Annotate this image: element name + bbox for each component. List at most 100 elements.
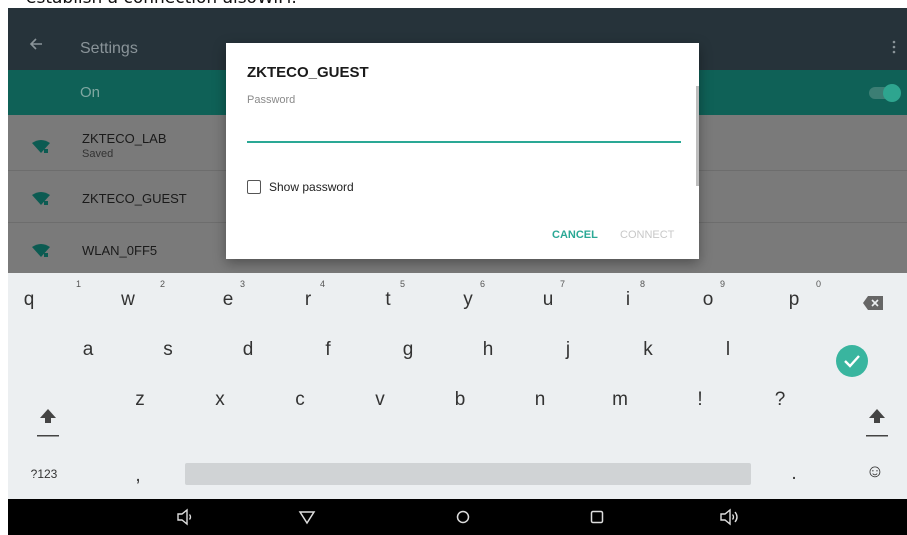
key-hint: 9 (720, 279, 726, 289)
key-label: i (625, 289, 631, 310)
key-b[interactable]: b (420, 373, 500, 423)
network-name: WLAN_0FF5 (82, 243, 158, 258)
key-label: , (135, 465, 141, 486)
back-icon[interactable] (298, 508, 316, 526)
spacebar[interactable] (185, 463, 751, 485)
key-label: d (242, 339, 254, 360)
wifi-signal-icon (32, 140, 50, 153)
key-label: ?123 (30, 467, 58, 481)
key-label: . (791, 463, 797, 484)
wifi-password-dialog: ZKTECO_GUEST Password Show password CANC… (226, 43, 699, 259)
key-w[interactable]: 2w (88, 273, 168, 323)
key-e[interactable]: 3e (168, 273, 248, 323)
emoji-icon: ☺ (865, 461, 885, 481)
key-label: a (82, 339, 94, 360)
key-period[interactable]: . (764, 453, 824, 493)
shift-key-left[interactable] (34, 405, 62, 437)
dialog-scrollbar[interactable] (696, 86, 699, 186)
connect-button[interactable]: CONNECT (620, 229, 674, 241)
key-y[interactable]: 6y (408, 273, 488, 323)
key-label: w (121, 289, 135, 310)
volume-down-icon[interactable] (176, 508, 194, 526)
wifi-signal-icon (32, 192, 50, 205)
enter-check-button[interactable] (836, 345, 868, 377)
key-hint: 0 (816, 279, 822, 289)
key-label: r (304, 289, 312, 310)
password-input[interactable] (247, 115, 681, 143)
overflow-menu-icon[interactable] (889, 40, 899, 58)
key-o[interactable]: 9o (648, 273, 728, 323)
symbols-key[interactable]: ?123 (14, 453, 74, 493)
key-a[interactable]: a (48, 323, 128, 373)
key-comma[interactable]: , (108, 453, 168, 493)
network-status: Saved (82, 148, 114, 160)
key-label: s (163, 339, 173, 360)
key-hint: 3 (240, 279, 246, 289)
key-label: ? (774, 389, 786, 410)
page-title: Settings (80, 40, 138, 57)
key-hint: 7 (560, 279, 566, 289)
key-label: u (542, 289, 554, 310)
caption-strip: establish a connection alsoWiFi. (0, 0, 907, 8)
shift-icon (866, 409, 888, 437)
key-h[interactable]: h (448, 323, 528, 373)
wifi-signal-icon (32, 244, 50, 257)
key-hint: 1 (76, 279, 82, 289)
key-label: j (565, 339, 571, 360)
key-s[interactable]: s (128, 323, 208, 373)
key-f[interactable]: f (288, 323, 368, 373)
password-label: Password (247, 94, 296, 106)
key-label: q (23, 289, 35, 310)
key-t[interactable]: 5t (328, 273, 408, 323)
key-label: p (788, 289, 800, 310)
show-password-checkbox[interactable] (247, 180, 261, 194)
show-password-label: Show password (269, 180, 354, 194)
key-n[interactable]: n (500, 373, 580, 423)
home-icon[interactable] (454, 508, 472, 526)
key-label: y (463, 289, 473, 310)
key-m[interactable]: m (580, 373, 660, 423)
cancel-button[interactable]: CANCEL (552, 229, 598, 241)
backspace-icon[interactable] (862, 295, 884, 311)
wifi-toggle-thumb[interactable] (883, 84, 901, 102)
key-v[interactable]: v (340, 373, 420, 423)
key-question[interactable]: ? (740, 373, 820, 423)
key-label: z (135, 389, 145, 410)
key-label: o (702, 289, 714, 310)
key-label: t (385, 289, 391, 310)
dialog-title: ZKTECO_GUEST (247, 64, 369, 81)
key-label: v (375, 389, 385, 410)
key-hint: 6 (480, 279, 486, 289)
key-g[interactable]: g (368, 323, 448, 373)
key-z[interactable]: z (100, 373, 180, 423)
key-x[interactable]: x (180, 373, 260, 423)
key-k[interactable]: k (608, 323, 688, 373)
key-d[interactable]: d (208, 323, 288, 373)
key-c[interactable]: c (260, 373, 340, 423)
key-i[interactable]: 8i (568, 273, 648, 323)
shift-icon (37, 409, 59, 437)
caption-text: establish a connection alsoWiFi. (26, 0, 297, 8)
key-label: b (454, 389, 466, 410)
key-l[interactable]: l (688, 323, 768, 373)
key-r[interactable]: 4r (248, 273, 328, 323)
show-password-toggle[interactable]: Show password (247, 179, 354, 195)
key-q[interactable]: 1q (8, 273, 88, 323)
key-p[interactable]: 0p (728, 273, 828, 323)
shift-key-right[interactable] (863, 405, 891, 437)
emoji-key[interactable]: ☺ (850, 453, 900, 493)
recents-icon[interactable] (588, 508, 606, 526)
key-u[interactable]: 7u (488, 273, 568, 323)
wifi-switch-label: On (80, 84, 101, 101)
network-name: ZKTECO_GUEST (82, 191, 187, 206)
key-hint: 4 (320, 279, 326, 289)
key-exclamation[interactable]: ! (660, 373, 740, 423)
key-label: x (215, 389, 225, 410)
soft-keyboard: 1q 2w 3e 4r 5t 6y 7u 8i 9o 0p a s d f g … (8, 273, 907, 499)
volume-up-icon[interactable] (719, 508, 741, 526)
checkmark-icon (844, 355, 860, 368)
key-hint: 5 (400, 279, 406, 289)
key-label: f (325, 339, 331, 360)
back-arrow-icon[interactable] (28, 36, 48, 56)
key-j[interactable]: j (528, 323, 608, 373)
